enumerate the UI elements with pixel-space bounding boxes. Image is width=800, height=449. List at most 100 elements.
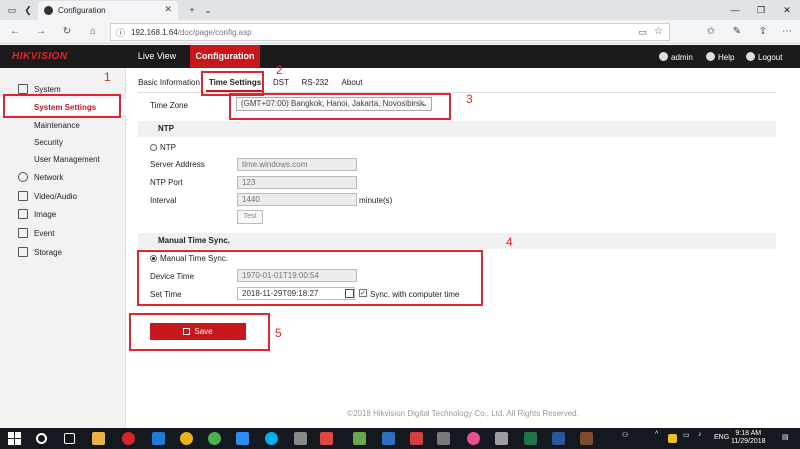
app-tool-icon[interactable] <box>410 432 423 445</box>
url-field[interactable]: ⓘ 192.168.1.64/doc/page/config.asp ▭ ☆ <box>110 23 670 41</box>
tab-rs232[interactable]: RS-232 <box>300 74 330 92</box>
app-gray-icon[interactable] <box>294 432 307 445</box>
sidebar-item-storage[interactable]: Storage <box>0 244 126 260</box>
address-bar: ← → ↻ ⌂ ⓘ 192.168.1.64/doc/page/config.a… <box>0 20 800 44</box>
edge-icon[interactable] <box>152 432 165 445</box>
forward-icon[interactable]: → <box>34 25 48 39</box>
zalo-icon[interactable] <box>236 432 249 445</box>
sidebar-item-network[interactable]: Network <box>0 169 126 185</box>
annotation-number-1: 1 <box>104 70 111 84</box>
tab-basic-information[interactable]: Basic Information <box>138 74 200 92</box>
app-window-icon[interactable] <box>495 432 508 445</box>
reading-view-icon[interactable]: ▭ <box>638 27 647 38</box>
event-icon <box>18 228 28 238</box>
app-header: HIKVISION Live View Configuration admin … <box>0 45 800 68</box>
minimize-icon[interactable]: — <box>728 3 742 17</box>
tray-chevron-icon[interactable]: ^ <box>655 431 658 438</box>
test-button[interactable]: Test <box>237 210 263 224</box>
tab-title: Configuration <box>58 6 106 15</box>
people-icon[interactable]: ⚇ <box>622 431 628 439</box>
tab-list-icon[interactable]: ▭ <box>6 4 18 16</box>
site-info-icon[interactable]: ⓘ <box>116 26 125 39</box>
pen-icon[interactable]: ✎ <box>730 25 744 39</box>
ntp-port-field[interactable]: 123 <box>237 176 357 189</box>
more-icon[interactable]: ⋯ <box>780 25 794 39</box>
server-address-field[interactable]: time.windows.com <box>237 158 357 171</box>
home-icon[interactable]: ⌂ <box>86 25 100 39</box>
browser-tab[interactable]: Configuration ✕ <box>38 1 178 20</box>
tab-about[interactable]: About <box>338 74 366 92</box>
image-icon <box>18 209 28 219</box>
tab-favicon-icon <box>44 6 53 15</box>
app-dark-icon[interactable] <box>437 432 450 445</box>
tab-menu-chevron-icon[interactable]: ⌄ <box>202 4 214 16</box>
interval-field[interactable]: 1440 <box>237 193 357 206</box>
share-icon[interactable]: ⇪ <box>756 25 770 39</box>
favorites-icon[interactable]: ✩ <box>704 25 718 39</box>
nav-live-view[interactable]: Live View <box>126 45 188 68</box>
user-icon <box>659 52 668 61</box>
app-e-icon[interactable] <box>122 432 135 445</box>
skype-icon[interactable] <box>265 432 278 445</box>
windows-taskbar: ⚇ ^ ▭ ♪ ENG 9:18 AM 11/29/2018 ▤ <box>0 428 800 449</box>
tab-back-icon[interactable]: ❮ <box>22 4 34 16</box>
maximize-icon[interactable]: ❐ <box>754 3 768 17</box>
hikvision-logo: HIKVISION <box>12 51 68 62</box>
ntp-radio[interactable] <box>150 144 157 151</box>
notifications-icon[interactable]: ▤ <box>782 433 789 441</box>
annotation-number-5: 5 <box>275 326 282 340</box>
sidebar-item-user-management[interactable]: User Management <box>0 151 126 167</box>
new-tab-icon[interactable]: + <box>186 4 198 16</box>
app-brown-icon[interactable] <box>580 432 593 445</box>
nav-configuration[interactable]: Configuration <box>190 45 260 68</box>
sidebar-item-image[interactable]: Image <box>0 206 126 222</box>
annotation-number-3: 3 <box>466 92 473 106</box>
annotation-number-4: 4 <box>506 235 513 249</box>
language-indicator[interactable]: ENG <box>714 434 729 441</box>
system-icon <box>18 84 28 94</box>
volume-icon[interactable]: ♪ <box>698 431 702 438</box>
chrome-icon[interactable] <box>180 432 193 445</box>
interval-label: Interval <box>150 196 177 205</box>
app-green-icon[interactable] <box>208 432 221 445</box>
search-icon[interactable] <box>36 433 47 444</box>
sidebar-item-security[interactable]: Security <box>0 134 126 150</box>
server-address-label: Server Address <box>150 160 205 169</box>
close-window-icon[interactable]: ✕ <box>780 3 794 17</box>
help-icon <box>706 52 715 61</box>
time-zone-label: Time Zone <box>150 101 188 110</box>
manual-time-section-header: Manual Time Sync. <box>138 233 776 249</box>
favorite-star-icon[interactable]: ☆ <box>654 26 663 37</box>
tab-close-icon[interactable]: ✕ <box>164 4 172 15</box>
ntp-port-label: NTP Port <box>150 178 183 187</box>
app-flower-icon[interactable] <box>467 432 480 445</box>
refresh-icon[interactable]: ↻ <box>60 25 74 39</box>
sidebar-item-event[interactable]: Event <box>0 225 126 241</box>
help-link[interactable]: Help <box>706 52 734 62</box>
user-menu[interactable]: admin <box>659 52 693 62</box>
app-photo-icon[interactable] <box>353 432 366 445</box>
task-view-icon[interactable] <box>64 433 75 444</box>
battery-icon[interactable]: ▭ <box>683 431 690 439</box>
sidebar-item-maintenance[interactable]: Maintenance <box>0 117 126 133</box>
annotation-box-3 <box>229 93 451 120</box>
sidebar: System System Settings Maintenance Secur… <box>0 68 126 428</box>
word-icon[interactable] <box>552 432 565 445</box>
browser-tab-bar: ▭ ❮ Configuration ✕ + ⌄ — ❐ ✕ <box>0 0 800 20</box>
file-explorer-icon[interactable] <box>92 432 105 445</box>
ntp-section-header: NTP <box>138 121 776 137</box>
excel-icon[interactable] <box>524 432 537 445</box>
copyright-footer: ©2018 Hikvision Digital Technology Co., … <box>347 409 579 418</box>
storage-icon <box>18 247 28 257</box>
url-text: 192.168.1.64/doc/page/config.asp <box>131 28 252 37</box>
sidebar-item-video-audio[interactable]: Video/Audio <box>0 188 126 204</box>
back-icon[interactable]: ← <box>8 25 22 39</box>
system-clock[interactable]: 9:18 AM 11/29/2018 <box>731 430 766 446</box>
windows-start-icon[interactable] <box>8 432 21 445</box>
logout-link[interactable]: Logout <box>746 52 782 62</box>
app-blue-icon[interactable] <box>382 432 395 445</box>
app-red-icon[interactable] <box>320 432 333 445</box>
network-icon <box>18 172 28 182</box>
tray-app-icon[interactable] <box>668 434 677 443</box>
clock-time: 9:18 AM <box>735 430 762 437</box>
